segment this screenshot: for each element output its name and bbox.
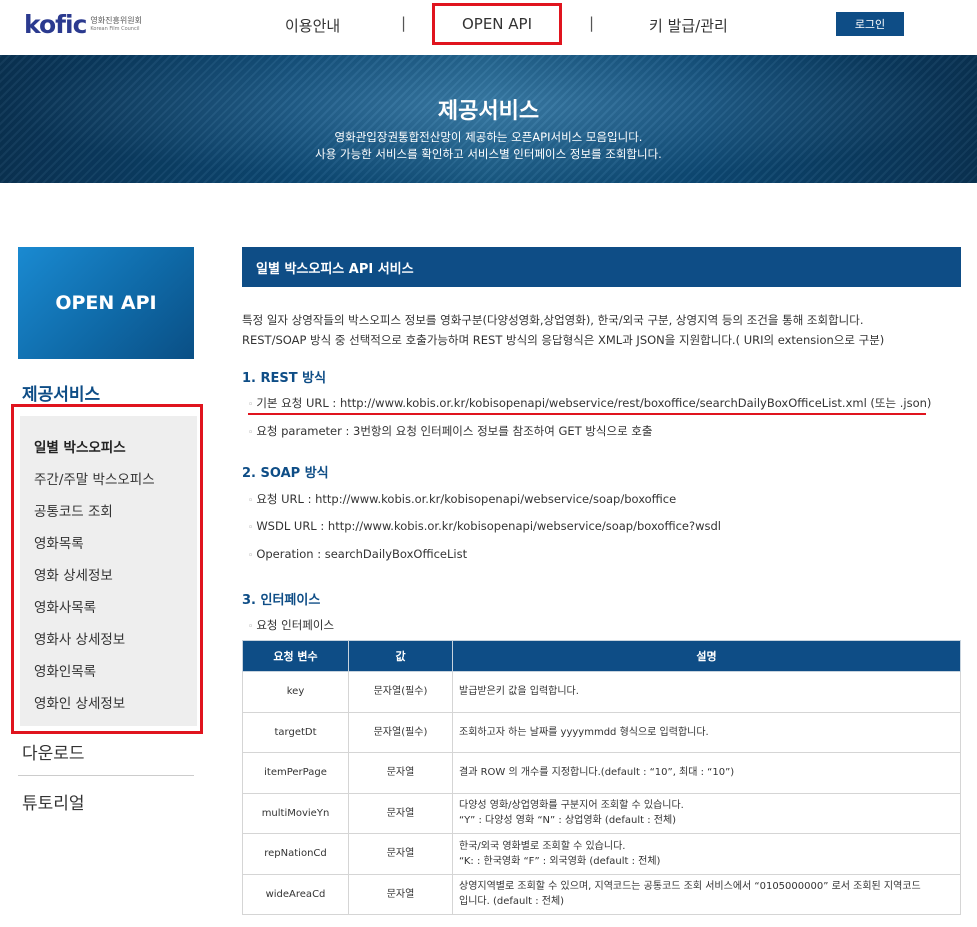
table-row: key 문자열(필수) 발급받은키 값을 입력합니다. bbox=[242, 671, 961, 713]
table-row: wideAreaCd 문자열 상영지역별로 조회할 수 있으며, 지역코드는 공… bbox=[242, 873, 961, 915]
param-description: 발급받은키 값을 입력합니다. bbox=[452, 671, 961, 713]
param-value: 문자열 bbox=[348, 752, 453, 794]
sidebar-tutorial-link[interactable]: 튜토리얼 bbox=[22, 789, 85, 814]
param-value: 문자열 bbox=[348, 833, 453, 875]
nav-separator: | bbox=[401, 14, 407, 32]
banner-desc-line2: 사용 가능한 서비스를 확인하고 서비스별 인터페이스 정보를 조회합니다. bbox=[315, 147, 662, 161]
top-header: kofic 영화진흥위원회 Korean Film Council 이용안내 |… bbox=[0, 0, 977, 55]
nav-open-api[interactable]: OPEN API bbox=[432, 3, 562, 45]
request-interface-table: 요청 변수 값 설명 key 문자열(필수) 발급받은키 값을 입력합니다. t… bbox=[242, 640, 961, 915]
param-name: targetDt bbox=[242, 711, 349, 753]
highlight-underline bbox=[248, 413, 926, 415]
param-description: 결과 ROW 의 개수를 지정합니다.(default : “10”, 최대 :… bbox=[452, 752, 961, 794]
sidebar-item-movie-detail[interactable]: 영화 상세정보 bbox=[34, 564, 113, 584]
sidebar-download-link[interactable]: 다운로드 bbox=[22, 739, 85, 764]
header-description: 설명 bbox=[452, 640, 961, 672]
header-request-variable: 요청 변수 bbox=[242, 640, 349, 672]
table-row: multiMovieYn 문자열 다양성 영화/상업영화를 구분지어 조회할 수… bbox=[242, 792, 961, 834]
sidebar-divider bbox=[18, 775, 194, 776]
nav-usage-guide[interactable]: 이용안내 bbox=[285, 15, 340, 36]
bullet-icon: ◦ bbox=[248, 551, 254, 561]
header-value: 값 bbox=[348, 640, 453, 672]
sidebar-item-company-list[interactable]: 영화사목록 bbox=[34, 596, 96, 616]
sidebar-item-people-list[interactable]: 영화인목록 bbox=[34, 660, 96, 680]
banner-desc-line1: 영화관입장권통합전산망이 제공하는 오픈API서비스 모음입니다. bbox=[334, 130, 643, 144]
interface-sub-item: ◦ 요청 인터페이스 bbox=[248, 617, 334, 633]
desc-line2: 입니다. (default : 전체) bbox=[459, 896, 565, 908]
login-button[interactable]: 로그인 bbox=[836, 12, 904, 36]
bullet-icon: ◦ bbox=[248, 428, 254, 438]
logo-subtext: 영화진흥위원회 Korean Film Council bbox=[90, 17, 142, 32]
kofic-logo[interactable]: kofic 영화진흥위원회 Korean Film Council bbox=[24, 10, 142, 39]
soap-heading: 2. SOAP 방식 bbox=[242, 466, 329, 481]
desc-line1: 다양성 영화/상업영화를 구분지어 조회할 수 있습니다. bbox=[459, 800, 684, 812]
bullet-icon: ◦ bbox=[248, 400, 254, 410]
desc-line1: 한국/외국 영화별로 조회할 수 있습니다. bbox=[459, 840, 626, 852]
table-row: repNationCd 문자열 한국/외국 영화별로 조회할 수 있습니다. “… bbox=[242, 833, 961, 875]
section-title-bar: 일별 박스오피스 API 서비스 bbox=[242, 247, 961, 287]
nav-separator: | bbox=[589, 14, 595, 32]
banner-description: 영화관입장권통합전산망이 제공하는 오픈API서비스 모음입니다. 사용 가능한… bbox=[0, 129, 977, 163]
param-name: repNationCd bbox=[242, 833, 349, 875]
sidebar-item-movie-list[interactable]: 영화목록 bbox=[34, 532, 84, 552]
sidebar-item-people-detail[interactable]: 영화인 상세정보 bbox=[34, 692, 125, 712]
intro-line2: REST/SOAP 방식 중 선택적으로 호출가능하며 REST 방식의 응답형… bbox=[242, 333, 885, 347]
sidebar-heading[interactable]: 제공서비스 bbox=[22, 380, 100, 405]
interface-heading: 3. 인터페이스 bbox=[242, 593, 321, 608]
sidebar-item-company-detail[interactable]: 영화사 상세정보 bbox=[34, 628, 125, 648]
bullet-icon: ◦ bbox=[248, 523, 254, 533]
desc-line1: 결과 ROW 의 개수를 지정합니다.(default : “10”, 최대 :… bbox=[459, 767, 735, 779]
table-row: itemPerPage 문자열 결과 ROW 의 개수를 지정합니다.(defa… bbox=[242, 752, 961, 794]
sidebar-title-box: OPEN API bbox=[18, 247, 194, 359]
param-description: 한국/외국 영화별로 조회할 수 있습니다. “K: : 한국영화 “F” : … bbox=[452, 833, 961, 875]
interface-sub-text: 요청 인터페이스 bbox=[256, 618, 335, 632]
soap-wsdl-item: ◦ WSDL URL : http://www.kobis.or.kr/kobis… bbox=[248, 519, 721, 533]
param-description: 다양성 영화/상업영화를 구분지어 조회할 수 있습니다. “Y” : 다양성 … bbox=[452, 792, 961, 834]
param-name: multiMovieYn bbox=[242, 792, 349, 834]
soap-url-item: ◦ 요청 URL : http://www.kobis.or.kr/kobisop… bbox=[248, 491, 676, 507]
intro-line1: 특정 일자 상영작들의 박스오피스 정보를 영화구분(다양성영화,상업영화), … bbox=[242, 313, 864, 327]
sidebar-item-common-code[interactable]: 공통코드 조회 bbox=[34, 500, 113, 520]
param-description: 상영지역별로 조회할 수 있으며, 지역코드는 공통코드 조회 서비스에서 “0… bbox=[452, 873, 961, 915]
logo-english-text: Korean Film Council bbox=[90, 26, 140, 32]
param-name: key bbox=[242, 671, 349, 713]
bullet-icon: ◦ bbox=[248, 622, 254, 632]
soap-operation-item: ◦ Operation : searchDailyBoxOfficeList bbox=[248, 547, 467, 561]
table-row: targetDt 문자열(필수) 조회하고자 하는 날짜를 yyyymmdd 형… bbox=[242, 711, 961, 753]
hero-banner: 제공서비스 영화관입장권통합전산망이 제공하는 오픈API서비스 모음입니다. … bbox=[0, 55, 977, 183]
sidebar-item-daily-boxoffice[interactable]: 일별 박스오피스 bbox=[34, 436, 126, 456]
param-value: 문자열(필수) bbox=[348, 711, 453, 753]
banner-title: 제공서비스 bbox=[437, 99, 540, 124]
soap-url-text: 요청 URL : http://www.kobis.or.kr/kobisope… bbox=[256, 492, 677, 506]
bullet-icon: ◦ bbox=[248, 496, 254, 506]
desc-line2: “Y” : 다양성 영화 “N” : 상업영화 (default : 전체) bbox=[459, 815, 677, 827]
param-value: 문자열 bbox=[348, 792, 453, 834]
service-intro: 특정 일자 상영작들의 박스오피스 정보를 영화구분(다양성영화,상업영화), … bbox=[242, 310, 962, 350]
param-name: itemPerPage bbox=[242, 752, 349, 794]
rest-url-text: 기본 요청 URL : http://www.kobis.or.kr/kobis… bbox=[256, 396, 932, 410]
param-name: wideAreaCd bbox=[242, 873, 349, 915]
rest-param-item: ◦ 요청 parameter : 3번항의 요청 인터페이스 정보를 참조하여 G… bbox=[248, 423, 652, 439]
rest-heading: 1. REST 방식 bbox=[242, 371, 327, 386]
desc-line1: 상영지역별로 조회할 수 있으며, 지역코드는 공통코드 조회 서비스에서 “0… bbox=[459, 881, 921, 893]
desc-line1: 조회하고자 하는 날짜를 yyyymmdd 형식으로 입력합니다. bbox=[459, 726, 709, 738]
logo-korean-text: 영화진흥위원회 bbox=[90, 16, 142, 25]
rest-param-text: 요청 parameter : 3번항의 요청 인터페이스 정보를 참조하여 GE… bbox=[256, 424, 653, 438]
rest-url-item: ◦ 기본 요청 URL : http://www.kobis.or.kr/kobi… bbox=[248, 395, 931, 411]
param-value: 문자열 bbox=[348, 873, 453, 915]
desc-line1: 발급받은키 값을 입력합니다. bbox=[459, 686, 579, 698]
soap-operation-text: Operation : searchDailyBoxOfficeList bbox=[256, 547, 468, 561]
nav-key-management[interactable]: 키 발급/관리 bbox=[649, 15, 728, 36]
sidebar-item-weekly-boxoffice[interactable]: 주간/주말 박스오피스 bbox=[34, 468, 155, 488]
soap-wsdl-text: WSDL URL : http://www.kobis.or.kr/kobiso… bbox=[256, 519, 721, 533]
sidebar-service-menu: 일별 박스오피스 주간/주말 박스오피스 공통코드 조회 영화목록 영화 상세정… bbox=[11, 404, 203, 734]
sidebar-menu-panel: 일별 박스오피스 주간/주말 박스오피스 공통코드 조회 영화목록 영화 상세정… bbox=[20, 416, 197, 726]
logo-mark: kofic bbox=[24, 10, 87, 39]
table-header-row: 요청 변수 값 설명 bbox=[242, 640, 961, 672]
desc-line2: “K: : 한국영화 “F” : 외국영화 (default : 전체) bbox=[459, 855, 661, 867]
nav-open-api-label: OPEN API bbox=[461, 15, 533, 33]
param-description: 조회하고자 하는 날짜를 yyyymmdd 형식으로 입력합니다. bbox=[452, 711, 961, 753]
param-value: 문자열(필수) bbox=[348, 671, 453, 713]
